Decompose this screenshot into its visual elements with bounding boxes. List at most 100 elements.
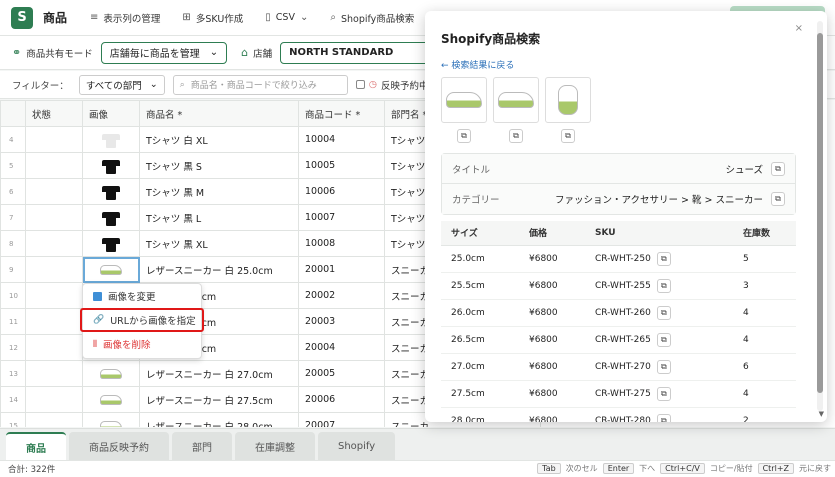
tab-stock-adjust[interactable]: 在庫調整: [235, 432, 315, 460]
store-value: NORTH STANDARD: [289, 47, 394, 58]
menu-item-delete-image[interactable]: ⫴ 画像を削除: [83, 332, 201, 356]
image-cell[interactable]: [82, 230, 140, 257]
product-name-cell[interactable]: Tシャツ 黒 XL: [139, 230, 299, 257]
product-code-cell[interactable]: 20004: [298, 334, 385, 361]
product-code-cell[interactable]: 20003: [298, 308, 385, 335]
variant-row: 26.0cm ¥6800 CR-WHT-260 ⧉ 4: [441, 299, 796, 327]
image-cell[interactable]: [82, 204, 140, 231]
status-cell[interactable]: [25, 204, 83, 231]
variant-row: 25.0cm ¥6800 CR-WHT-250 ⧉ 5: [441, 245, 796, 273]
shoe-image: [100, 264, 122, 275]
tab-departments[interactable]: 部門: [172, 432, 232, 460]
product-code-cell[interactable]: 20002: [298, 282, 385, 309]
copy-icon[interactable]: ⧉: [656, 278, 671, 293]
column-header-code[interactable]: 商品コード *: [298, 100, 385, 127]
product-code-cell[interactable]: 10007: [298, 204, 385, 231]
department-select[interactable]: すべての部門 ⌄: [78, 74, 165, 95]
product-name-cell[interactable]: レザースニーカー 白 28.0cm: [139, 412, 299, 427]
filter-search-input[interactable]: ⌕ 商品名・商品コードで絞り込み: [172, 74, 348, 95]
status-cell[interactable]: [25, 126, 83, 153]
column-header-name[interactable]: 商品名 *: [139, 100, 299, 127]
shopify-search-button[interactable]: ⌕ Shopify商品検索: [319, 0, 425, 36]
file-icon: ▯: [265, 12, 271, 23]
tab-reservations[interactable]: 商品反映予約: [69, 432, 169, 460]
status-cell[interactable]: [25, 412, 83, 427]
copy-icon[interactable]: ⧉: [771, 161, 785, 176]
product-thumbnail[interactable]: [545, 77, 591, 123]
status-cell[interactable]: [25, 334, 83, 361]
copy-icon[interactable]: ⧉: [509, 129, 523, 143]
copy-icon[interactable]: ⧉: [656, 305, 671, 320]
variant-stock: 5: [733, 245, 796, 273]
product-name-cell[interactable]: レザースニーカー 白 27.5cm: [139, 386, 299, 413]
status-cell[interactable]: [25, 256, 83, 283]
status-cell[interactable]: [25, 178, 83, 205]
product-name-cell[interactable]: レザースニーカー 白 27.0cm: [139, 360, 299, 387]
product-thumbnail[interactable]: [493, 77, 539, 123]
product-code-cell[interactable]: 10004: [298, 126, 385, 153]
column-settings-button[interactable]: ≡ 表示列の管理: [79, 0, 171, 36]
product-code-cell[interactable]: 10006: [298, 178, 385, 205]
status-cell[interactable]: [25, 308, 83, 335]
product-code-cell[interactable]: 20006: [298, 386, 385, 413]
tab-shopify[interactable]: Shopify: [318, 432, 396, 460]
variant-stock: 4: [733, 326, 796, 354]
tshirt-image: [102, 236, 120, 252]
product-thumbnail[interactable]: [441, 77, 487, 123]
product-code-cell[interactable]: 10005: [298, 152, 385, 179]
product-code-cell[interactable]: 20007: [298, 412, 385, 427]
product-code-cell[interactable]: 20005: [298, 360, 385, 387]
product-name-cell[interactable]: レザースニーカー 白 25.0cm: [139, 256, 299, 283]
panel-title: Shopify商品検索: [441, 32, 541, 46]
menu-item-change-image[interactable]: 画像を変更: [83, 284, 201, 308]
copy-icon[interactable]: ⧉: [561, 129, 575, 143]
scrollbar-thumb[interactable]: [817, 33, 823, 393]
image-cell[interactable]: [82, 360, 140, 387]
tab-products[interactable]: 商品: [6, 432, 66, 460]
copy-icon[interactable]: ⧉: [656, 332, 671, 347]
variant-sku: CR-WHT-265: [595, 334, 651, 345]
back-to-results-link[interactable]: ← 検索結果に戻る: [441, 58, 514, 71]
checkbox-box[interactable]: [355, 80, 365, 89]
close-icon[interactable]: ×: [795, 23, 803, 34]
share-mode-select[interactable]: 店舗毎に商品を管理 ⌄: [100, 41, 228, 64]
copy-icon[interactable]: ⧉: [656, 413, 671, 422]
product-name-cell[interactable]: Tシャツ 黒 M: [139, 178, 299, 205]
product-code-cell[interactable]: 10008: [298, 230, 385, 257]
multi-sku-button[interactable]: ⊞ 多SKU作成: [171, 0, 254, 36]
column-header-status[interactable]: 状態: [25, 100, 83, 127]
trash-icon: ⫴: [93, 338, 97, 350]
image-context-menu: 画像を変更 🔗 URLから画像を指定 ⫴ 画像を削除: [80, 283, 204, 359]
status-cell[interactable]: [25, 152, 83, 179]
product-name-cell[interactable]: Tシャツ 黒 L: [139, 204, 299, 231]
variant-header-stock: 在庫数: [733, 221, 796, 246]
image-cell[interactable]: [82, 386, 140, 413]
status-cell[interactable]: [25, 230, 83, 257]
copy-icon[interactable]: ⧉: [656, 386, 671, 401]
product-name-cell[interactable]: Tシャツ 白 XL: [139, 126, 299, 153]
image-cell[interactable]: [82, 412, 140, 427]
product-name-cell[interactable]: Tシャツ 黒 S: [139, 152, 299, 179]
status-cell[interactable]: [25, 360, 83, 387]
copy-icon[interactable]: ⧉: [656, 359, 671, 374]
image-cell[interactable]: [82, 256, 140, 283]
copy-icon[interactable]: ⧉: [656, 251, 671, 266]
share-mode-value: 店舗毎に商品を管理: [109, 49, 200, 60]
column-header-image[interactable]: 画像: [82, 100, 140, 127]
copy-icon[interactable]: ⧉: [771, 192, 785, 206]
image-cell[interactable]: [82, 178, 140, 205]
product-code-cell[interactable]: 20001: [298, 256, 385, 283]
kbd-copy-paste: Ctrl+C/V: [660, 463, 705, 474]
variant-size: 27.5cm: [441, 380, 519, 408]
image-cell[interactable]: [82, 152, 140, 179]
csv-dropdown-button[interactable]: ▯ CSV ⌄: [254, 0, 319, 36]
image-cell[interactable]: [82, 126, 140, 153]
panel-scrollbar[interactable]: [817, 21, 823, 411]
scroll-down-icon[interactable]: ▼: [819, 410, 824, 418]
copy-icon[interactable]: ⧉: [457, 129, 471, 143]
menu-item-image-from-url[interactable]: 🔗 URLから画像を指定: [80, 308, 204, 332]
status-cell[interactable]: [25, 386, 83, 413]
store-label: ⌂ 店舗: [241, 46, 272, 60]
status-cell[interactable]: [25, 282, 83, 309]
hint-text: 次のセル: [565, 464, 598, 473]
